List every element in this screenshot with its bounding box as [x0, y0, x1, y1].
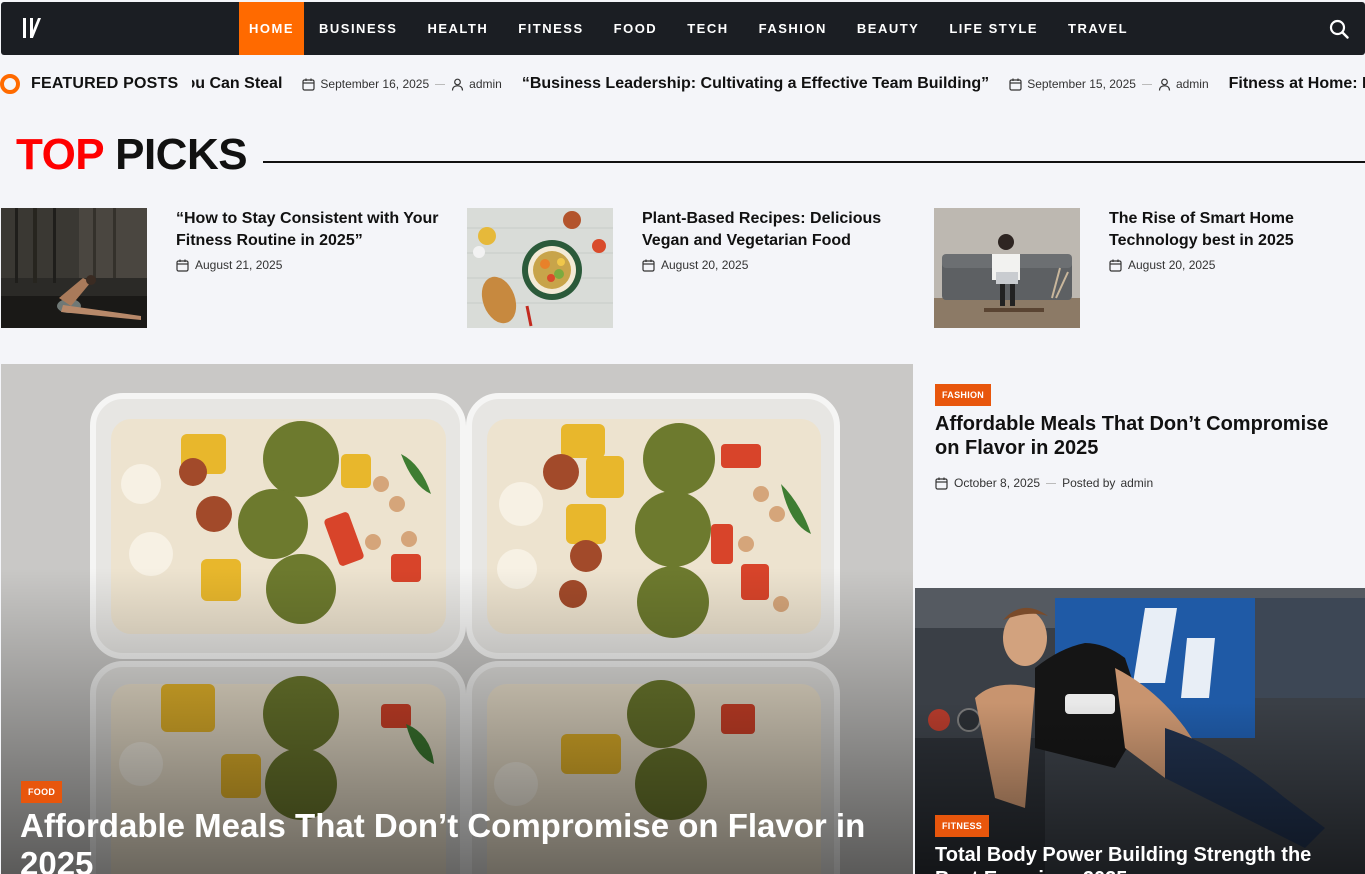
top-pick-date: August 21, 2025	[195, 258, 283, 272]
vegan-food-thumbnail-image[interactable]	[467, 208, 613, 328]
site-logo-icon[interactable]	[23, 18, 47, 40]
nav-item-business[interactable]: BUSINESS	[304, 2, 412, 55]
ticker-post-author[interactable]: admin	[469, 77, 502, 91]
top-pick-date-row: August 21, 2025	[176, 258, 282, 272]
posted-by-label: Posted by	[1062, 476, 1116, 490]
side-post-author[interactable]: admin	[1120, 476, 1153, 490]
side-post-date: October 8, 2025	[954, 476, 1041, 490]
calendar-icon	[642, 259, 655, 272]
featured-ring-icon	[0, 74, 20, 94]
top-pick-date: August 20, 2025	[1128, 258, 1216, 272]
nav-item-fashion[interactable]: FASHION	[744, 2, 842, 55]
smart-home-thumbnail-image[interactable]	[934, 208, 1080, 328]
nav-item-food[interactable]: FOOD	[599, 2, 673, 55]
calendar-icon	[176, 259, 189, 272]
nav-item-lifestyle[interactable]: LIFE STYLE	[934, 2, 1053, 55]
calendar-icon	[935, 477, 948, 490]
search-icon[interactable]	[1329, 19, 1349, 39]
calendar-icon	[1109, 259, 1122, 272]
user-icon	[1158, 78, 1171, 91]
ticker-post-title[interactable]: “Business Leadership: Cultivating a Effe…	[522, 75, 989, 93]
top-picks-heading-black: PICKS	[115, 130, 248, 179]
nav-item-home[interactable]: HOME	[239, 2, 304, 55]
top-pick-title[interactable]: “How to Stay Consistent with Your Fitnes…	[176, 208, 446, 252]
top-pick-title[interactable]: The Rise of Smart Home Technology best i…	[1109, 208, 1365, 252]
featured-post-image[interactable]	[1, 364, 913, 874]
top-pick-date-row: August 20, 2025	[1109, 258, 1215, 272]
section-divider	[263, 161, 1365, 163]
top-pick-date: August 20, 2025	[661, 258, 749, 272]
side-post-title[interactable]: Affordable Meals That Don’t Compromise o…	[935, 412, 1355, 460]
ticker-track: You Can Steal September 16, 2025 admin “…	[176, 73, 1365, 95]
meta-separator	[1141, 83, 1152, 85]
ticker-post-date: September 15, 2025	[1027, 77, 1136, 91]
fitness-category-badge[interactable]: FITNESS	[935, 815, 990, 837]
food-category-badge[interactable]: FOOD	[21, 781, 63, 803]
top-picks-heading-red: TOP	[16, 130, 104, 179]
featured-posts-label: FEATURED POSTS	[0, 73, 193, 95]
fitness-post-title[interactable]: Total Body Power Building Strength the B…	[935, 843, 1355, 874]
fitness-thumbnail-image[interactable]	[1, 208, 147, 328]
nav-item-travel[interactable]: TRAVEL	[1053, 2, 1143, 55]
user-icon	[452, 78, 464, 91]
top-pick-date-row: August 20, 2025	[642, 258, 748, 272]
fashion-category-badge[interactable]: FASHION	[935, 384, 992, 406]
ticker-post-meta: September 15, 2025 admin	[1009, 77, 1209, 91]
side-post-meta: October 8, 2025 Posted by admin	[935, 476, 1153, 490]
top-pick-title[interactable]: Plant-Based Recipes: Delicious Vegan and…	[642, 208, 912, 252]
featured-posts-heading: FEATURED POSTS	[31, 75, 179, 92]
calendar-icon	[302, 78, 315, 91]
nav-item-beauty[interactable]: BEAUTY	[842, 2, 934, 55]
ticker-post-title[interactable]: Fitness at Home: Effectiv	[1229, 75, 1365, 93]
calendar-icon	[1009, 78, 1022, 91]
ticker-post-meta: September 16, 2025 admin	[302, 77, 502, 91]
ticker-post-date: September 16, 2025	[320, 77, 430, 91]
top-picks-heading: TOP PICKS	[16, 130, 248, 180]
meta-separator	[1046, 482, 1057, 484]
nav-menu: HOME BUSINESS HEALTH FITNESS FOOD TECH F…	[239, 2, 1143, 55]
featured-post-title[interactable]: Affordable Meals That Don’t Compromise o…	[20, 807, 880, 874]
nav-item-health[interactable]: HEALTH	[412, 2, 503, 55]
ticker-post-author[interactable]: admin	[1176, 77, 1209, 91]
nav-item-fitness[interactable]: FITNESS	[503, 2, 598, 55]
nav-item-tech[interactable]: TECH	[672, 2, 743, 55]
meta-separator	[435, 83, 446, 85]
main-navbar: HOME BUSINESS HEALTH FITNESS FOOD TECH F…	[1, 2, 1365, 55]
image-gradient-overlay	[1, 364, 913, 874]
featured-posts-ticker: You Can Steal September 16, 2025 admin “…	[0, 55, 1365, 113]
